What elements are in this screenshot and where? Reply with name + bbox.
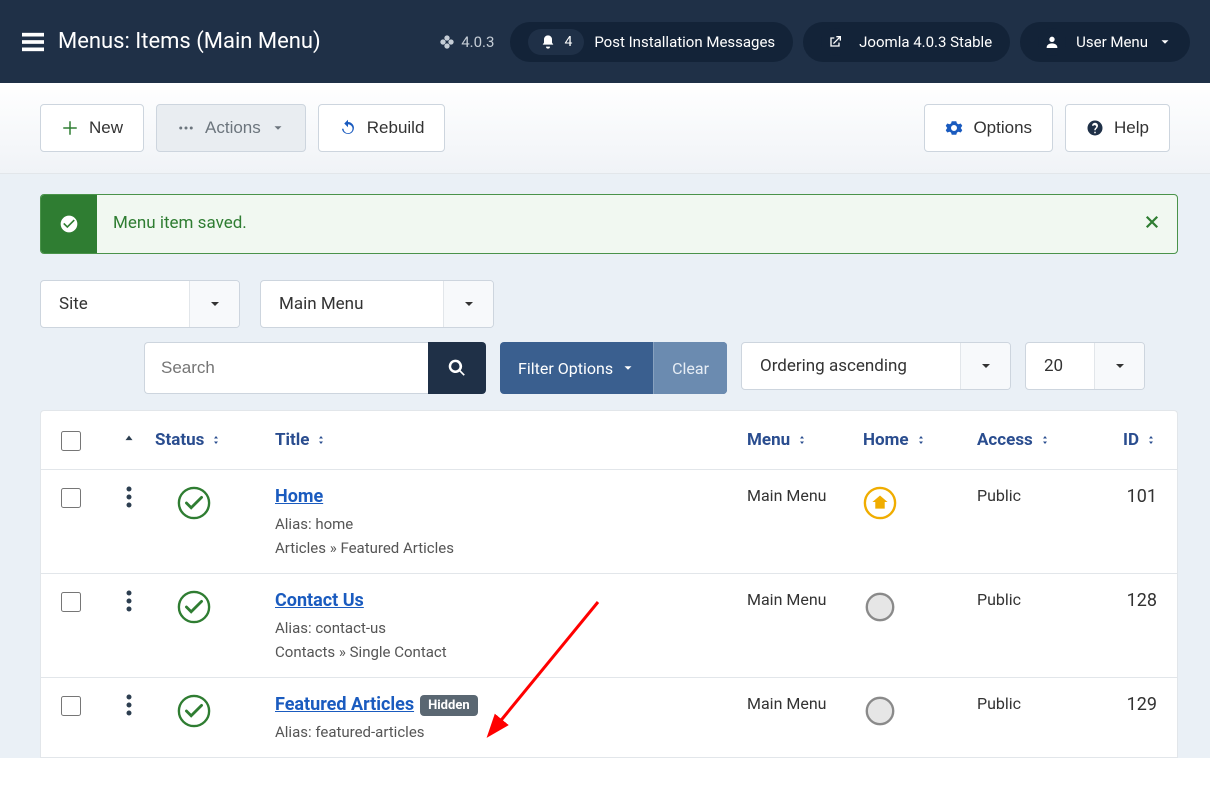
row-type: Contacts » Single Contact bbox=[275, 643, 747, 661]
help-button[interactable]: Help bbox=[1065, 104, 1170, 152]
alert-close-button[interactable] bbox=[1127, 195, 1177, 253]
filter-options-button[interactable]: Filter Options Clear bbox=[500, 342, 727, 394]
home-unset-icon[interactable] bbox=[863, 590, 897, 624]
row-access: Public bbox=[977, 694, 1021, 713]
page-title: Menus: Items (Main Menu) bbox=[58, 29, 321, 54]
sync-icon bbox=[339, 119, 357, 137]
chevron-down-icon bbox=[1158, 35, 1172, 49]
row-id: 101 bbox=[1127, 486, 1157, 507]
sort-icon bbox=[210, 434, 222, 446]
new-button[interactable]: New bbox=[40, 104, 144, 152]
search-icon bbox=[447, 358, 467, 378]
row-alias: Alias: contact-us bbox=[275, 619, 747, 637]
sort-icon bbox=[315, 434, 327, 446]
kebab-icon bbox=[126, 694, 132, 716]
sort-icon bbox=[1039, 434, 1051, 446]
row-menu: Main Menu bbox=[747, 486, 826, 505]
top-bar: Menus: Items (Main Menu) 4.0.3 4 Post In… bbox=[0, 0, 1210, 83]
actions-button[interactable]: Actions bbox=[156, 104, 306, 152]
row-checkbox[interactable] bbox=[61, 488, 81, 508]
sort-icon bbox=[796, 434, 808, 446]
ellipsis-icon bbox=[177, 119, 195, 137]
plus-icon bbox=[61, 119, 79, 137]
home-unset-icon[interactable] bbox=[863, 694, 897, 728]
alert-message: Menu item saved. bbox=[97, 195, 1127, 253]
title-column-header[interactable]: Title bbox=[275, 430, 327, 450]
row-actions-menu[interactable] bbox=[126, 597, 132, 616]
joomla-stable-button[interactable]: Joomla 4.0.3 Stable bbox=[803, 22, 1010, 62]
success-alert: Menu item saved. bbox=[40, 194, 1178, 254]
client-select[interactable]: Site bbox=[40, 280, 240, 328]
status-column-header[interactable]: Status bbox=[155, 430, 222, 450]
access-column-header[interactable]: Access bbox=[977, 430, 1051, 450]
chevron-down-icon bbox=[621, 361, 635, 375]
home-column-header[interactable]: Home bbox=[863, 430, 927, 450]
chevron-down-icon bbox=[207, 296, 223, 312]
row-title-link[interactable]: Home bbox=[275, 486, 323, 507]
row-title-link[interactable]: Contact Us bbox=[275, 590, 364, 611]
kebab-icon bbox=[126, 590, 132, 612]
row-id: 129 bbox=[1127, 694, 1157, 715]
row-access: Public bbox=[977, 590, 1021, 609]
status-published-icon[interactable] bbox=[177, 590, 211, 624]
table-row: Featured Articles Hidden Alias: featured-… bbox=[41, 678, 1177, 758]
ordering-select[interactable]: Ordering ascending bbox=[741, 342, 1011, 390]
row-menu: Main Menu bbox=[747, 694, 826, 713]
search-button[interactable] bbox=[428, 342, 486, 394]
row-alias: Alias: home bbox=[275, 515, 747, 533]
joomla-icon bbox=[439, 34, 455, 50]
menu-column-header[interactable]: Menu bbox=[747, 430, 808, 450]
menu-items-table: Status Title Menu Home Access ID Home Al… bbox=[40, 410, 1178, 758]
question-icon bbox=[1086, 119, 1104, 137]
select-all-checkbox[interactable] bbox=[61, 431, 81, 451]
bell-icon bbox=[540, 34, 556, 50]
row-access: Public bbox=[977, 486, 1021, 505]
kebab-icon bbox=[126, 486, 132, 508]
menu-select[interactable]: Main Menu bbox=[260, 280, 494, 328]
chevron-down-icon bbox=[461, 296, 477, 312]
status-published-icon[interactable] bbox=[177, 694, 211, 728]
id-column-header[interactable]: ID bbox=[1123, 430, 1157, 450]
clear-filter-button[interactable]: Clear bbox=[653, 342, 727, 394]
chevron-down-icon bbox=[1112, 358, 1128, 374]
sort-arrow-up-icon[interactable] bbox=[122, 432, 136, 446]
row-type: Articles » Featured Articles bbox=[275, 539, 747, 557]
check-circle-icon bbox=[41, 195, 97, 253]
row-actions-menu[interactable] bbox=[126, 493, 132, 512]
sort-icon bbox=[1145, 434, 1157, 446]
actions-toolbar: New Actions Rebuild Options Help bbox=[0, 83, 1210, 174]
menu-toggle-icon[interactable] bbox=[20, 31, 46, 53]
post-install-messages-button[interactable]: 4 Post Installation Messages bbox=[510, 22, 793, 62]
table-row: Contact Us Alias: contact-us Contacts » … bbox=[41, 574, 1177, 678]
close-icon bbox=[1143, 213, 1161, 231]
chevron-down-icon bbox=[978, 358, 994, 374]
row-checkbox[interactable] bbox=[61, 592, 81, 612]
user-icon bbox=[1044, 34, 1060, 50]
content-area: Menu item saved. Site Main Menu Filter O… bbox=[0, 174, 1210, 758]
external-link-icon bbox=[827, 34, 843, 50]
table-row: Home Alias: home Articles » Featured Art… bbox=[41, 470, 1177, 574]
sort-icon bbox=[915, 434, 927, 446]
home-default-icon[interactable] bbox=[863, 486, 897, 520]
gear-icon bbox=[945, 119, 963, 137]
options-button[interactable]: Options bbox=[924, 104, 1053, 152]
limit-select[interactable]: 20 bbox=[1025, 342, 1145, 390]
row-title-link[interactable]: Featured Articles bbox=[275, 694, 414, 715]
row-id: 128 bbox=[1127, 590, 1157, 611]
search-input[interactable] bbox=[144, 342, 428, 394]
row-actions-menu[interactable] bbox=[126, 701, 132, 720]
row-alias: Alias: featured-articles bbox=[275, 723, 747, 741]
row-checkbox[interactable] bbox=[61, 696, 81, 716]
status-published-icon[interactable] bbox=[177, 486, 211, 520]
row-menu: Main Menu bbox=[747, 590, 826, 609]
hidden-badge: Hidden bbox=[420, 695, 478, 716]
rebuild-button[interactable]: Rebuild bbox=[318, 104, 446, 152]
joomla-version: 4.0.3 bbox=[439, 33, 494, 51]
user-menu-button[interactable]: User Menu bbox=[1020, 22, 1190, 62]
chevron-down-icon bbox=[271, 121, 285, 135]
